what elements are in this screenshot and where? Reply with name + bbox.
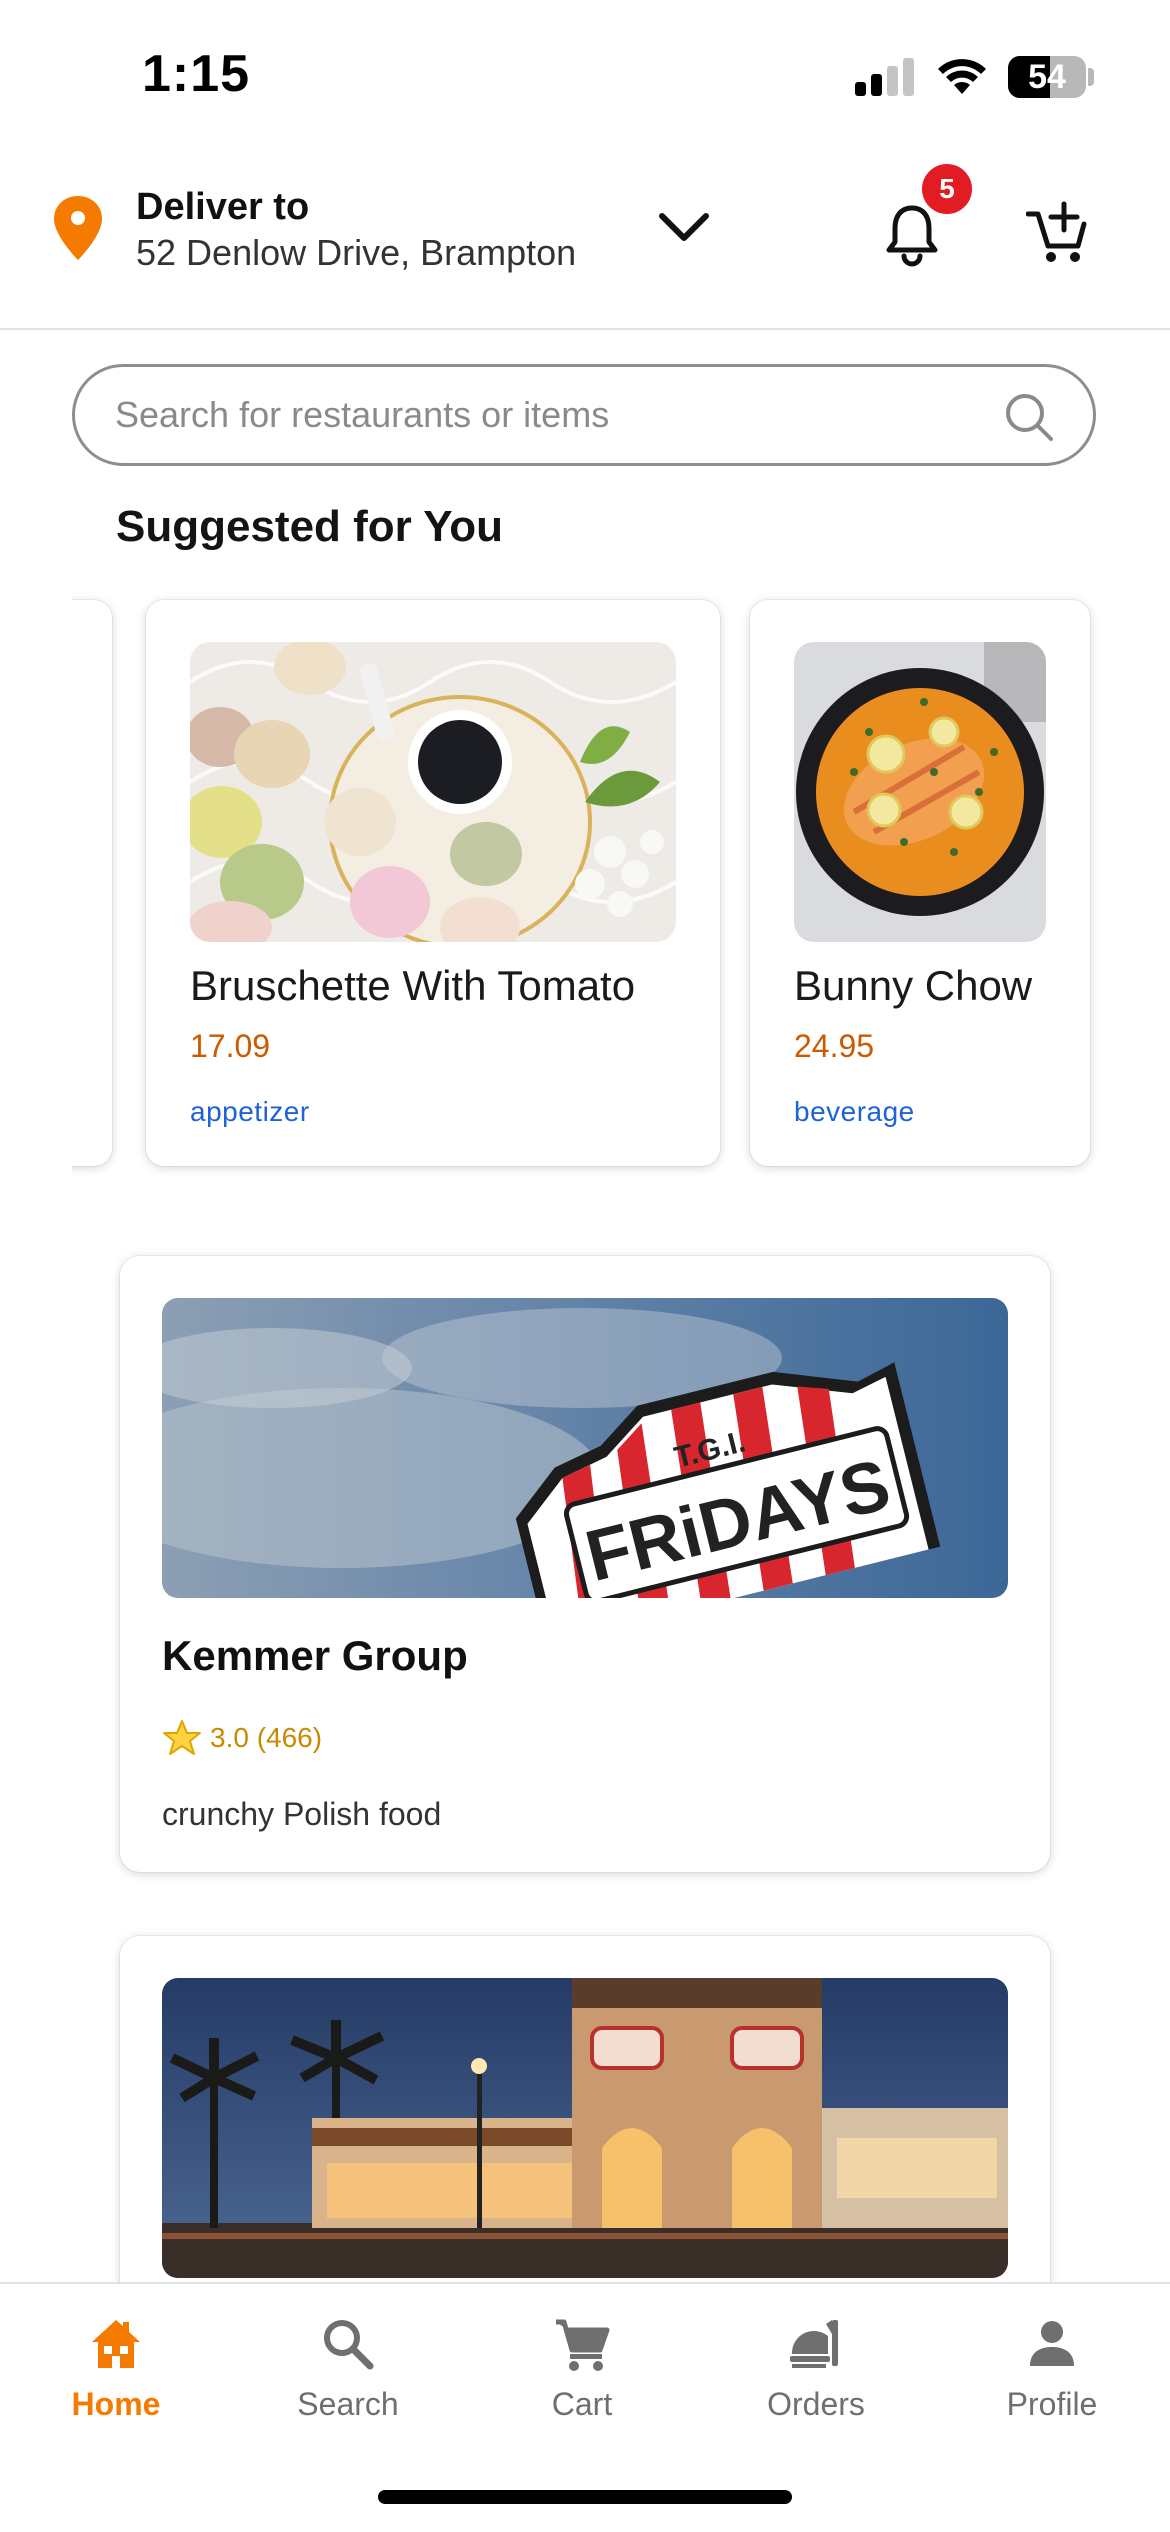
add-to-cart-icon[interactable] xyxy=(1026,200,1088,266)
nav-label: Profile xyxy=(1006,2386,1098,2422)
nav-cart[interactable]: Cart xyxy=(492,2314,672,2444)
macarons-coffee-image xyxy=(190,642,676,942)
person-icon xyxy=(1030,2321,1074,2366)
home-indicator[interactable] xyxy=(378,2490,792,2504)
battery-percentage: 54 xyxy=(1028,58,1066,96)
food-image xyxy=(794,642,1046,942)
restaurant-description: crunchy Polish food xyxy=(162,1796,442,1832)
restaurant-card[interactable]: FRiDAYS T.G.I. Kemmer Group 3.0 (466) cr… xyxy=(120,1256,1050,1872)
battery-icon: 54 xyxy=(1008,56,1086,98)
delivery-address[interactable]: 52 Denlow Drive, Brampton xyxy=(136,232,576,274)
notification-badge: 5 xyxy=(922,164,972,214)
item-price: 17.09 xyxy=(190,1028,271,1064)
item-category[interactable]: appetizer xyxy=(190,1096,310,1128)
restaurant-name: Kemmer Group xyxy=(162,1632,468,1679)
restaurant-image xyxy=(162,1978,1008,2278)
rating-row: 3.0 (466) xyxy=(162,1718,322,1758)
search-icon xyxy=(324,2320,374,2370)
suggested-carousel[interactable]: Bruschette With Tomato 17.09 appetizer B… xyxy=(72,590,1170,1190)
search-input[interactable] xyxy=(115,367,1015,463)
bell-icon[interactable] xyxy=(882,202,942,268)
suggested-item-card[interactable]: Bunny Chow 24.95 beverage xyxy=(750,600,1090,1166)
restaurant-image: FRiDAYS T.G.I. xyxy=(162,1298,1008,1598)
search-bar xyxy=(72,364,1096,466)
suggested-item-card[interactable]: Bruschette With Tomato 17.09 appetizer xyxy=(146,600,720,1166)
search-icon[interactable] xyxy=(1001,389,1057,445)
nav-search[interactable]: Search xyxy=(258,2314,438,2444)
item-category[interactable]: beverage xyxy=(794,1096,915,1128)
star-icon xyxy=(163,1720,201,1755)
chevron-down-icon[interactable] xyxy=(656,208,712,248)
home-icon xyxy=(92,2320,140,2368)
nav-label: Cart xyxy=(551,2386,613,2422)
nav-home[interactable]: Home xyxy=(26,2314,206,2444)
status-bar: 1:15 54 xyxy=(0,0,1170,150)
restaurant-rating: 3.0 (466) xyxy=(210,1722,323,1753)
salmon-curry-image xyxy=(794,642,1046,942)
nav-orders[interactable]: Orders xyxy=(726,2314,906,2444)
orders-icon xyxy=(790,2320,838,2368)
suggested-section-title: Suggested for You xyxy=(116,502,504,551)
nav-label: Search xyxy=(297,2386,399,2422)
deliver-to-label: Deliver to xyxy=(136,186,310,228)
food-image xyxy=(190,642,676,942)
location-pin-icon[interactable] xyxy=(50,194,106,262)
tgi-fridays-sign-image: FRiDAYS T.G.I. xyxy=(162,1298,1008,1598)
cart-icon xyxy=(556,2319,610,2371)
nav-profile[interactable]: Profile xyxy=(962,2314,1142,2444)
status-time: 1:15 xyxy=(142,45,251,103)
wifi-icon xyxy=(938,59,986,94)
item-name: Bruschette With Tomato xyxy=(190,962,636,1009)
cellular-signal-icon xyxy=(855,58,915,96)
item-price: 24.95 xyxy=(794,1028,875,1064)
battery-tip xyxy=(1088,68,1094,86)
restaurant-storefront-image xyxy=(162,1978,1008,2278)
app-header: Deliver to 52 Denlow Drive, Brampton 5 xyxy=(0,150,1170,330)
item-name: Bunny Chow xyxy=(794,962,1033,1009)
nav-label: Orders xyxy=(767,2386,865,2422)
suggested-item-card[interactable] xyxy=(72,600,112,1166)
nav-label: Home xyxy=(71,2386,161,2422)
